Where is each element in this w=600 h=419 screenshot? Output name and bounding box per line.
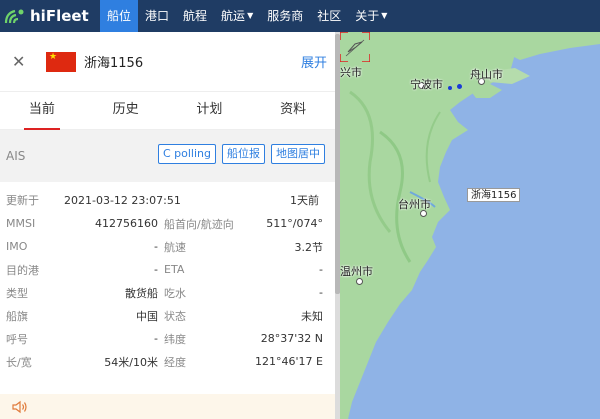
info-value: -: [154, 263, 158, 276]
info-key: 状态: [164, 309, 186, 323]
info-row-updated: 更新于 2021-03-12 23:07:51 1天前: [0, 188, 335, 212]
nav-item-ports[interactable]: 港口: [138, 0, 176, 32]
caret-down-icon: ▼: [381, 11, 388, 20]
info-value: 28°37'32 N: [260, 332, 323, 345]
info-key: IMO: [6, 240, 28, 253]
info-key: 纬度: [164, 332, 186, 346]
info-value: 中国: [136, 309, 158, 323]
info-key: 目的港: [6, 263, 39, 277]
info-row: 类型 散货船 吃水 -: [0, 281, 335, 304]
info-key: 呼号: [6, 332, 28, 346]
logo-icon: [4, 9, 24, 24]
info-value: 3.2节: [294, 240, 324, 254]
city-label: 台州市: [398, 198, 431, 211]
top-navbar: hiFleet 船位 港口 航程 航运 ▼ 服务商 社区 关于 ▼: [0, 0, 600, 32]
info-row: IMO - 航速 3.2节: [0, 235, 335, 258]
city-marker: [356, 278, 363, 285]
tab-history[interactable]: 历史: [84, 92, 168, 129]
info-key: 吃水: [164, 286, 186, 300]
info-key: 船旗: [6, 309, 28, 323]
ship-info-list: 更新于 2021-03-12 23:07:51 1天前 MMSI 4127561…: [0, 182, 335, 373]
panel-header: ✕ ★ 浙海1156 展开: [0, 32, 335, 92]
city-label: 宁波市: [410, 78, 443, 91]
speaker-icon[interactable]: [12, 400, 28, 414]
ship-info-panel: ✕ ★ 浙海1156 展开 当前 历史 计划 资料 AIS C polling …: [0, 32, 335, 419]
map-view[interactable]: 兴市 宁波市 舟山市 台州市 温州市 浙海1156: [340, 32, 600, 419]
ais-section: AIS C polling 船位报 地图居中: [0, 130, 335, 182]
info-row: MMSI 412756160 船首向/航迹向 511°/074°: [0, 212, 335, 235]
info-key: 长/宽: [6, 355, 32, 369]
panel-scrollbar[interactable]: [335, 32, 340, 419]
info-key: 航速: [164, 240, 186, 254]
nav-item-community[interactable]: 社区: [310, 0, 348, 32]
info-value: -: [319, 286, 323, 299]
info-value: 412756160: [95, 217, 158, 230]
info-key: ETA: [164, 263, 185, 276]
scrollbar-thumb[interactable]: [335, 34, 340, 294]
ais-label: AIS: [6, 149, 26, 163]
ship-target-icon[interactable]: [340, 32, 370, 62]
city-label: 兴市: [340, 66, 362, 79]
tab-profile[interactable]: 资料: [251, 92, 335, 129]
city-marker: [420, 210, 427, 217]
info-value: -: [154, 240, 158, 253]
info-key: 船首向/航迹向: [164, 217, 234, 231]
ship-marker[interactable]: [448, 86, 452, 90]
info-value: 54米/10米: [104, 355, 158, 369]
nav-item-voyage[interactable]: 航程: [176, 0, 214, 32]
info-key: 类型: [6, 286, 28, 300]
info-value: 散货船: [125, 286, 158, 300]
info-key: 经度: [164, 355, 186, 369]
info-key: 更新于: [6, 194, 39, 207]
info-row: 船旗 中国 状态 未知: [0, 304, 335, 327]
expand-link[interactable]: 展开: [301, 52, 327, 71]
info-value: 未知: [301, 309, 323, 323]
ship-name: 浙海1156: [84, 56, 144, 71]
position-report-button[interactable]: 船位报: [222, 144, 265, 164]
nav-item-about[interactable]: 关于 ▼: [348, 0, 394, 32]
info-row: 呼号 - 纬度 28°37'32 N: [0, 327, 335, 350]
info-row: 长/宽 54米/10米 经度 121°46'17 E: [0, 350, 335, 373]
notice-bar: [0, 394, 335, 419]
map-center-button[interactable]: 地图居中: [271, 144, 325, 164]
c-polling-button[interactable]: C polling: [157, 144, 216, 164]
info-key: MMSI: [6, 217, 36, 230]
city-label: 温州市: [340, 265, 373, 278]
info-value: 511°/074°: [266, 217, 323, 230]
nav-item-shipping[interactable]: 航运 ▼: [214, 0, 260, 32]
brand-name: hiFleet: [30, 7, 89, 25]
map-land: [340, 32, 600, 419]
nav-item-ship-position[interactable]: 船位: [100, 0, 139, 32]
close-icon[interactable]: ✕: [12, 52, 32, 71]
brand-logo[interactable]: hiFleet: [0, 0, 100, 32]
caret-down-icon: ▼: [247, 11, 254, 20]
info-value: -: [319, 263, 323, 276]
info-row: 目的港 - ETA -: [0, 258, 335, 281]
china-flag-icon: ★: [46, 51, 76, 72]
info-value: 121°46'17 E: [255, 355, 323, 368]
ship-name-tag: 浙海1156: [467, 188, 521, 202]
ship-marker[interactable]: [457, 84, 462, 89]
tab-current[interactable]: 当前: [0, 92, 84, 130]
info-value: -: [154, 332, 158, 345]
nav-item-service-providers[interactable]: 服务商: [260, 0, 310, 32]
city-label: 舟山市: [470, 68, 503, 81]
updated-ago: 1天前: [290, 194, 319, 207]
tab-plan[interactable]: 计划: [168, 92, 252, 129]
panel-tabs: 当前 历史 计划 资料: [0, 92, 335, 130]
